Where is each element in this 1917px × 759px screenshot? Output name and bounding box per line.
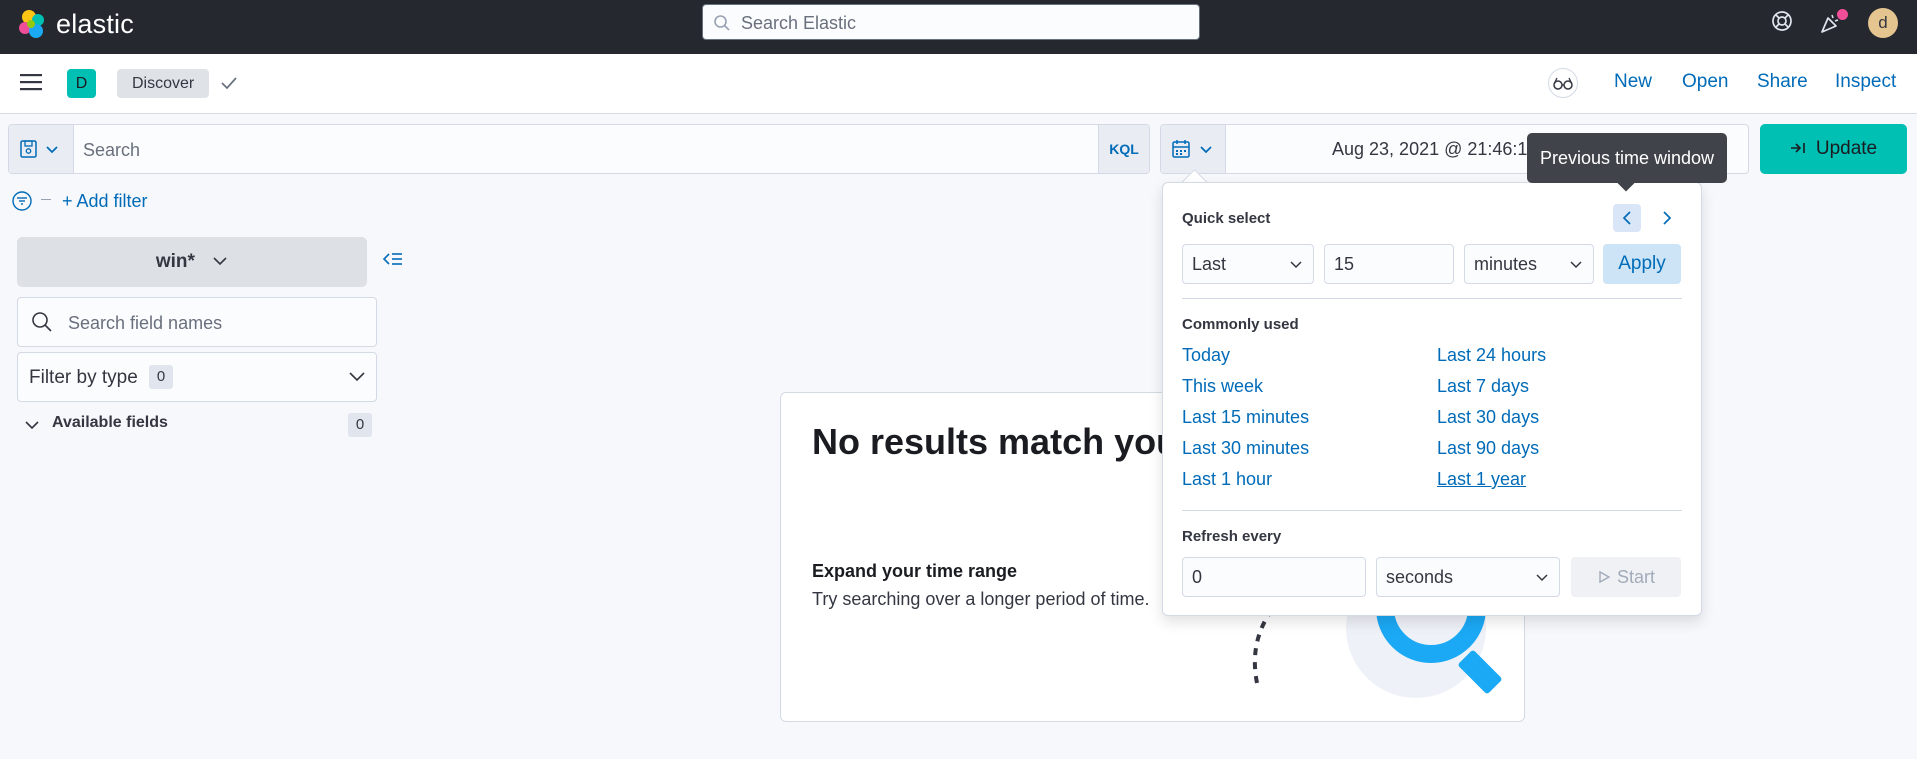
tense-select[interactable]: Last [1182,244,1314,284]
app-navbar: D Discover New Open Share Inspect [0,54,1917,114]
chevron-down-icon [1200,146,1212,154]
search-icon [32,312,52,332]
next-time-window-button[interactable] [1653,204,1681,232]
menu-icon[interactable] [20,73,42,91]
index-pattern-label: win* [155,251,195,272]
filter-divider [41,199,51,200]
notification-dot [1836,8,1849,21]
collapse-sidebar-icon[interactable] [383,251,403,267]
new-link[interactable]: New [1614,71,1652,93]
global-search[interactable] [702,4,1200,41]
user-avatar[interactable]: d [1868,8,1898,38]
commonly-used-last-30-days[interactable]: Last 30 days [1437,407,1539,428]
refresh-every-label: Refresh every [1182,528,1282,545]
saved-query-button[interactable] [9,125,74,173]
divider [1182,510,1682,511]
quick-select-label: Quick select [1182,210,1271,227]
commonly-used-last-1-hour[interactable]: Last 1 hour [1182,469,1272,490]
chevron-down-icon [46,146,58,154]
start-date[interactable]: Aug 23, 2021 @ 21:46:1 [1332,139,1527,160]
chevron-down-icon [1570,261,1582,269]
field-search-input[interactable] [66,298,370,348]
elastic-logo-icon [19,10,44,38]
chevron-down-icon [349,372,365,382]
commonly-used-last-24-hours[interactable]: Last 24 hours [1437,345,1546,366]
previous-time-window-button[interactable] [1613,204,1641,232]
chevron-down-icon [213,257,227,266]
open-link[interactable]: Open [1682,71,1728,93]
search-icon [714,15,730,31]
chevron-down-icon [1536,574,1548,582]
query-bar: KQL [8,124,1150,175]
quantity-value: 15 [1334,254,1355,274]
tense-value: Last [1192,254,1227,274]
previous-time-window-tooltip: Previous time window [1527,133,1727,183]
update-button[interactable]: Update [1760,124,1907,174]
filter-icon[interactable] [11,190,33,212]
help-icon[interactable] [1771,10,1793,32]
read-only-badge[interactable] [1548,68,1578,98]
commonly-used-this-week[interactable]: This week [1182,376,1263,397]
commonly-used-last-1-year[interactable]: Last 1 year [1437,469,1526,490]
save-icon [20,140,37,158]
field-search[interactable] [17,297,377,348]
refresh-interval-value: 0 [1192,567,1203,587]
filter-by-type-label: Filter by type [29,367,138,388]
apply-button[interactable]: Apply [1603,244,1681,284]
refresh-unit-value: seconds [1386,567,1454,587]
index-pattern-selector[interactable]: win* [17,237,367,287]
commonly-used-last-7-days[interactable]: Last 7 days [1437,376,1529,397]
divider [1182,298,1682,299]
glasses-icon [1553,77,1573,90]
commonly-used-last-90-days[interactable]: Last 90 days [1437,438,1539,459]
space-avatar[interactable]: D [67,69,96,98]
refresh-unit-select[interactable]: seconds [1376,557,1560,597]
update-label: Update [1815,138,1878,159]
chevron-down-icon [1290,261,1302,269]
global-header: elastic d [0,0,1917,54]
play-icon [1599,570,1611,584]
expand-time-heading: Expand your time range [812,561,1018,581]
logo-text: elastic [56,8,134,39]
inspect-link[interactable]: Inspect [1835,71,1896,93]
commonly-used-today[interactable]: Today [1182,345,1230,366]
refresh-icon [1790,143,1805,153]
commonly-used-last-15-minutes[interactable]: Last 15 minutes [1182,407,1309,428]
available-fields-count: 0 [348,413,372,437]
start-label: Start [1616,567,1655,587]
chevron-down-icon[interactable] [24,417,40,433]
quantity-input[interactable]: 15 [1324,244,1454,284]
query-language-button[interactable]: KQL [1098,125,1149,173]
commonly-used-last-30-minutes[interactable]: Last 30 minutes [1182,438,1309,459]
breadcrumb: Discover [117,69,210,98]
share-link[interactable]: Share [1757,71,1808,93]
quick-menu-button[interactable] [1161,125,1226,173]
chevron-left-icon [1622,211,1631,225]
refresh-interval-input[interactable]: 0 [1182,557,1366,597]
available-fields-label: Available fields [52,414,168,431]
filter-by-type[interactable]: Filter by type 0 [17,352,377,402]
elastic-logo[interactable]: elastic [16,8,134,40]
global-search-input[interactable] [739,5,1183,41]
add-filter-button[interactable]: + Add filter [62,191,148,212]
filter-count-badge: 0 [149,365,173,389]
commonly-used-label: Commonly used [1182,316,1299,333]
chevron-right-icon [1663,211,1672,225]
unit-value: minutes [1474,254,1538,274]
calendar-icon [1172,140,1190,158]
expand-time-text: Try searching over a longer period of ti… [812,589,1150,609]
unit-select[interactable]: minutes [1464,244,1594,284]
check-icon [221,77,237,90]
query-input[interactable] [81,125,985,175]
no-results-title: No results match your [812,421,1193,462]
newsfeed-button[interactable] [1819,8,1849,36]
start-refresh-button[interactable]: Start [1571,557,1681,597]
